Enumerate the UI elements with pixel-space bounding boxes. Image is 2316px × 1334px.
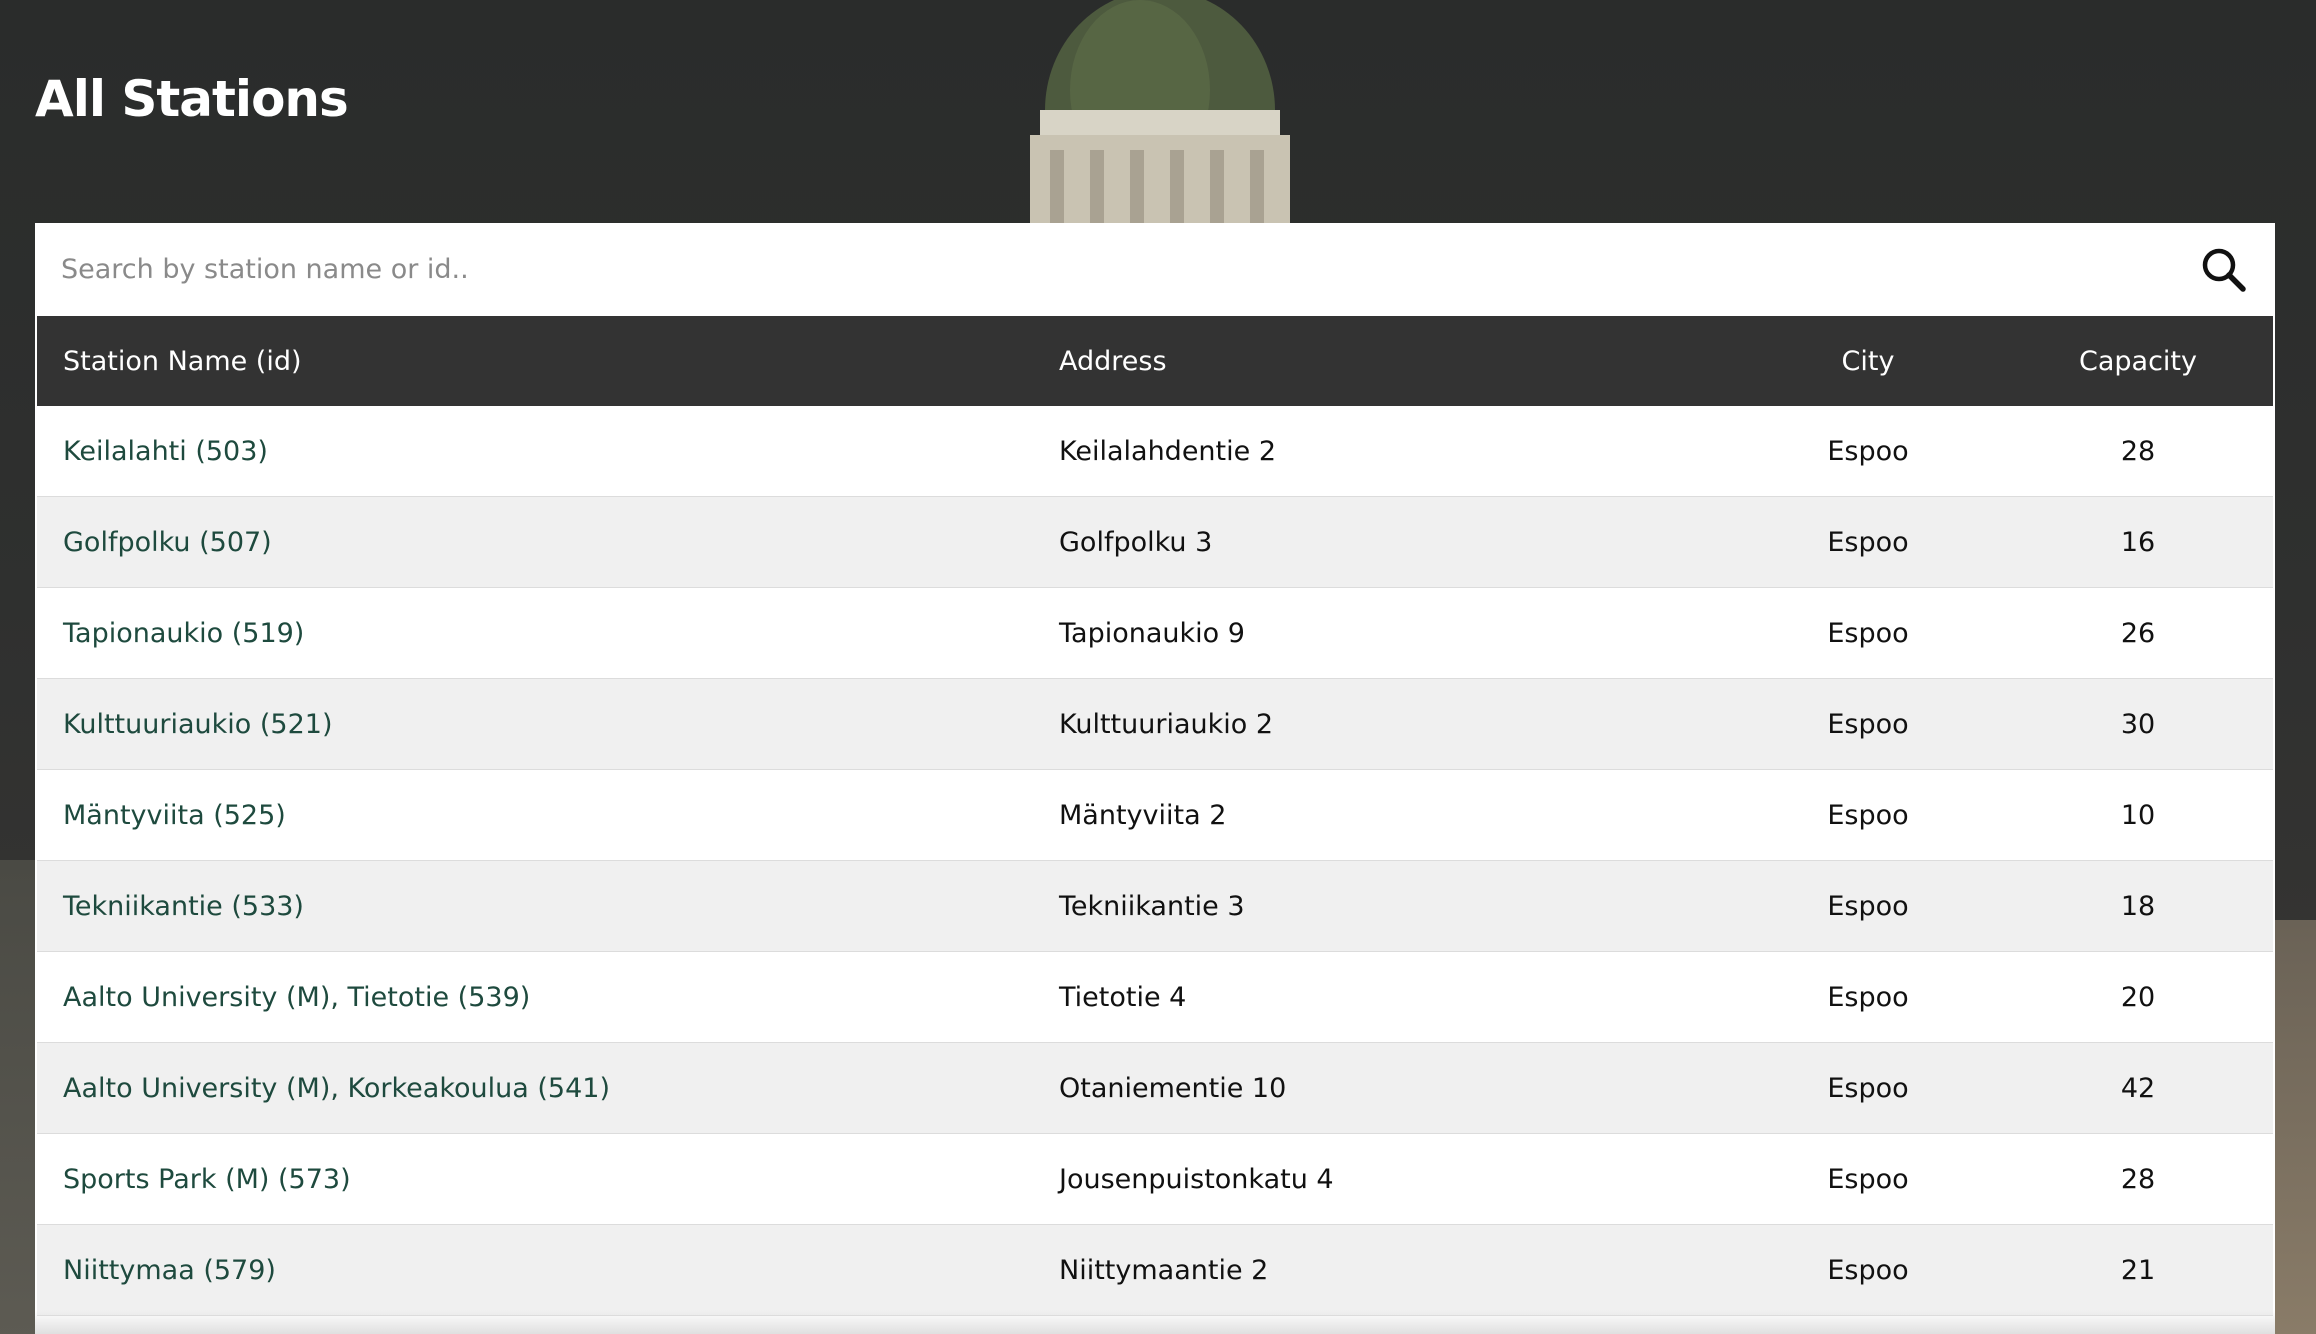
address-cell: Keilalahdentie 2 xyxy=(1059,435,1277,467)
table-row: Niittymaa (579) Niittymaantie 2 Espoo 21 xyxy=(37,1224,2273,1316)
table-row: Tekniikantie (533) Tekniikantie 3 Espoo … xyxy=(37,860,2273,952)
scroll-fade xyxy=(35,1310,2275,1334)
city-cell: Espoo xyxy=(1827,708,1909,740)
address-cell: Kulttuuriaukio 2 xyxy=(1059,708,1274,740)
city-cell: Espoo xyxy=(1827,435,1909,467)
station-name-cell: Mäntyviita (525) xyxy=(37,770,1033,861)
station-name-cell: Kulttuuriaukio (521) xyxy=(37,679,1033,770)
capacity-cell: 21 xyxy=(2120,1254,2156,1286)
station-name-cell: Tekniikantie (533) xyxy=(37,861,1033,952)
column-header-capacity[interactable]: Capacity xyxy=(2003,316,2273,406)
capacity-cell: 30 xyxy=(2120,708,2156,740)
address-cell: Mäntyviita 2 xyxy=(1059,799,1227,831)
city-cell: Espoo xyxy=(1827,981,1909,1013)
column-header-city[interactable]: City xyxy=(1733,316,2003,406)
table-row: Keilalahti (503) Keilalahdentie 2 Espoo … xyxy=(37,406,2273,497)
search-button[interactable] xyxy=(2199,245,2249,295)
column-header-station-name[interactable]: Station Name (id) xyxy=(37,316,1033,406)
capacity-cell: 10 xyxy=(2120,799,2156,831)
capacity-cell: 42 xyxy=(2120,1072,2156,1104)
table-row: Kulttuuriaukio (521) Kulttuuriaukio 2 Es… xyxy=(37,678,2273,770)
station-name-cell: Niittymaa (579) xyxy=(37,1225,1033,1316)
station-link[interactable]: Golfpolku (507) xyxy=(63,527,272,558)
station-name-cell: Aalto University (M), Korkeakoulua (541) xyxy=(37,1043,1033,1134)
address-cell: Tapionaukio 9 xyxy=(1059,617,1245,649)
table-header-row: Station Name (id) Address City Capacity xyxy=(37,316,2273,406)
table-row: Golfpolku (507) Golfpolku 3 Espoo 16 xyxy=(37,496,2273,588)
station-name-cell: Tapionaukio (519) xyxy=(37,588,1033,679)
station-name-cell: Sports Park (M) (573) xyxy=(37,1134,1033,1225)
station-link[interactable]: Tekniikantie (533) xyxy=(63,891,304,922)
station-link[interactable]: Aalto University (M), Korkeakoulua (541) xyxy=(63,1073,610,1104)
table-row: Tapionaukio (519) Tapionaukio 9 Espoo 26 xyxy=(37,587,2273,679)
table-row: Aalto University (M), Korkeakoulua (541)… xyxy=(37,1042,2273,1134)
station-link[interactable]: Aalto University (M), Tietotie (539) xyxy=(63,982,530,1013)
city-cell: Espoo xyxy=(1827,1163,1909,1195)
search-input[interactable] xyxy=(35,223,2155,316)
background-building-left xyxy=(0,860,36,1334)
address-cell: Niittymaantie 2 xyxy=(1059,1254,1269,1286)
address-cell: Otaniementie 10 xyxy=(1059,1072,1287,1104)
address-cell: Jousenpuistonkatu 4 xyxy=(1059,1163,1334,1195)
city-cell: Espoo xyxy=(1827,799,1909,831)
station-link[interactable]: Mäntyviita (525) xyxy=(63,800,286,831)
capacity-cell: 28 xyxy=(2120,435,2156,467)
column-header-address[interactable]: Address xyxy=(1033,316,1733,406)
city-cell: Espoo xyxy=(1827,617,1909,649)
station-name-cell: Golfpolku (507) xyxy=(37,497,1033,588)
table-row: Sports Park (M) (573) Jousenpuistonkatu … xyxy=(37,1133,2273,1225)
stations-table: Station Name (id) Address City Capacity … xyxy=(37,316,2273,1316)
station-link[interactable]: Niittymaa (579) xyxy=(63,1255,276,1286)
city-cell: Espoo xyxy=(1827,526,1909,558)
search-bar xyxy=(35,223,2275,316)
city-cell: Espoo xyxy=(1827,890,1909,922)
capacity-cell: 18 xyxy=(2120,890,2156,922)
page-title: All Stations xyxy=(35,70,349,128)
capacity-cell: 28 xyxy=(2120,1163,2156,1195)
stations-panel: Station Name (id) Address City Capacity … xyxy=(35,223,2275,1334)
table-row: Mäntyviita (525) Mäntyviita 2 Espoo 10 xyxy=(37,769,2273,861)
station-name-cell: Keilalahti (503) xyxy=(37,406,1033,497)
address-cell: Golfpolku 3 xyxy=(1059,526,1213,558)
page: All Stations Station Name (id) Ad xyxy=(0,0,2316,1334)
station-link[interactable]: Sports Park (M) (573) xyxy=(63,1164,351,1195)
background-building-right xyxy=(2271,920,2316,1334)
capacity-cell: 16 xyxy=(2120,526,2156,558)
background-dome-image xyxy=(1030,0,1290,240)
address-cell: Tekniikantie 3 xyxy=(1059,890,1245,922)
address-cell: Tietotie 4 xyxy=(1059,981,1187,1013)
capacity-cell: 26 xyxy=(2120,617,2156,649)
city-cell: Espoo xyxy=(1827,1254,1909,1286)
search-icon xyxy=(2202,248,2246,292)
station-link[interactable]: Tapionaukio (519) xyxy=(63,618,304,649)
station-name-cell: Aalto University (M), Tietotie (539) xyxy=(37,952,1033,1043)
table-row: Aalto University (M), Tietotie (539) Tie… xyxy=(37,951,2273,1043)
station-link[interactable]: Keilalahti (503) xyxy=(63,436,268,467)
station-link[interactable]: Kulttuuriaukio (521) xyxy=(63,709,332,740)
city-cell: Espoo xyxy=(1827,1072,1909,1104)
capacity-cell: 20 xyxy=(2120,981,2156,1013)
